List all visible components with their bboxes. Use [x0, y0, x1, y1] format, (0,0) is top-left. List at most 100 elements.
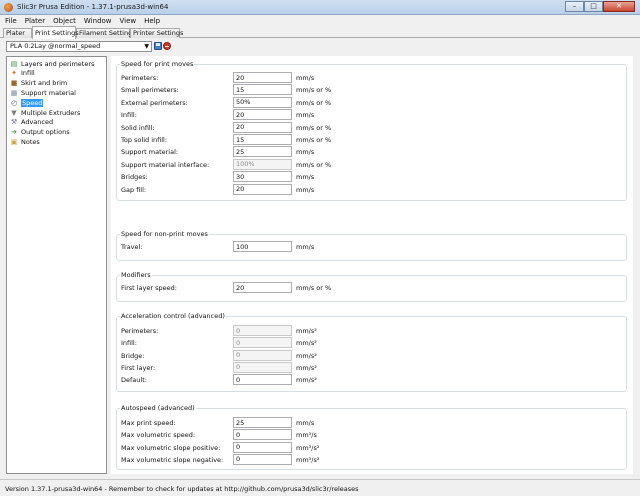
setting-label: First layer: — [121, 363, 156, 372]
sidebar-item-skirt-and-brim[interactable]: ■ Skirt and brim — [10, 79, 68, 88]
chevron-down-icon[interactable]: ▼ — [144, 42, 149, 51]
group-speed-for-print-moves: Speed for print moves Perimeters: mm/s Smal… — [116, 60, 627, 201]
group-title: Speed for non-print moves — [120, 230, 209, 238]
infill-icon: ✦ — [11, 69, 17, 78]
setting-unit: mm/s² — [296, 327, 317, 335]
delete-preset-icon[interactable] — [163, 42, 171, 50]
setting-label: First layer speed: — [121, 284, 177, 292]
sidebar-item-label: Advanced — [21, 118, 54, 127]
settings-category-list: ▤ Layers and perimeters ✦ Infill ■ Skirt and … — [6, 56, 107, 474]
max-print-speed-field[interactable] — [233, 417, 292, 428]
preset-value: PLA 0.2Lay @normal_speed — [10, 42, 101, 50]
extruder-icon: ▼ — [11, 108, 17, 117]
print-settings-page: PLA 0.2Lay @normal_speed ▼ ▤ Layers and p… — [0, 38, 640, 479]
setting-row-perimeters: Perimeters: mm/s² — [121, 325, 621, 336]
setting-unit: mm/s or % — [296, 284, 332, 292]
setting-label: Support material: — [121, 148, 179, 157]
setting-label: Max volumetric slope negative: — [121, 455, 224, 464]
menu-object[interactable]: Object — [53, 17, 76, 25]
tab-printer-settings[interactable]: Printer Settings — [130, 28, 183, 38]
setting-unit: mm/s² — [296, 351, 317, 360]
travel-field[interactable] — [233, 241, 292, 252]
sidebar-item-label: Multiple Extruders — [21, 108, 81, 117]
window-controls: – □ ✕ — [565, 1, 635, 12]
setting-unit: mm³/s — [296, 431, 317, 440]
setting-row-bridges: Bridges: mm/s — [121, 171, 621, 183]
setting-unit: mm/s — [296, 243, 315, 251]
setting-unit: mm/s — [296, 148, 315, 157]
menu-file[interactable]: File — [5, 17, 17, 25]
minimize-button[interactable]: – — [565, 1, 584, 12]
gap-fill-field[interactable] — [233, 183, 292, 195]
tab-plater[interactable]: Plater — [3, 28, 32, 38]
setting-row-external-perimeters: External perimeters: mm/s or % — [121, 96, 621, 108]
setting-row-infill: Infill: mm/s² — [121, 337, 621, 349]
preset-select[interactable]: PLA 0.2Lay @normal_speed ▼ — [6, 41, 152, 52]
small-perimeters-field[interactable] — [233, 84, 292, 96]
external-perimeters-field[interactable] — [233, 96, 292, 108]
setting-row-max-volumetric-slope-positive: Max volumetric slope positive: mm³/s² — [121, 441, 621, 453]
sidebar-item-multiple-extruders[interactable]: ▼ Multiple Extruders — [10, 108, 80, 117]
menu-plater[interactable]: Plater — [25, 17, 45, 25]
support-material-field[interactable] — [233, 146, 292, 158]
setting-row-default: Default: mm/s² — [121, 374, 621, 386]
setting-row-top-solid-infill: Top solid infill: mm/s or % — [121, 134, 621, 145]
group-modifiers: Modifiers First layer speed: mm/s or % — [116, 271, 627, 302]
perimeters-field[interactable] — [233, 72, 292, 83]
tab-print-settings[interactable]: Print Settings — [32, 26, 79, 39]
setting-unit: mm³/s² — [296, 443, 320, 452]
menu-bar: File Plater Object Window View Help — [0, 15, 640, 26]
infill-field[interactable] — [233, 109, 292, 121]
sidebar-item-label: Support material — [21, 88, 76, 97]
sidebar-item-speed[interactable]: ◴ Speed — [10, 98, 44, 107]
setting-unit: mm/s — [296, 419, 315, 427]
slic3r-app-icon — [4, 3, 13, 12]
title-bar: Slic3r Prusa Edition - 1.37.1-prusa3d-wi… — [0, 0, 640, 15]
setting-label: Gap fill: — [121, 185, 147, 194]
setting-unit: mm/s² — [296, 363, 317, 372]
tab-filament-settings[interactable]: Filament Settings — [76, 28, 136, 38]
setting-row-perimeters: Perimeters: mm/s — [121, 72, 621, 83]
setting-label: Perimeters: — [121, 74, 159, 82]
menu-view[interactable]: View — [120, 17, 137, 25]
sidebar-item-output-options[interactable]: ➔ Output options — [10, 128, 70, 137]
sidebar-item-label: Infill — [21, 69, 35, 78]
setting-label: External perimeters: — [121, 98, 188, 107]
setting-label: Perimeters: — [121, 327, 159, 335]
sidebar-item-advanced[interactable]: ⚒ Advanced — [10, 118, 53, 127]
setting-label: Bridges: — [121, 173, 148, 182]
setting-row-first-layer-speed: First layer speed: mm/s or % — [121, 282, 621, 293]
group-autospeed-advanced: Autospeed (advanced) Max print speed: mm/s… — [116, 404, 627, 470]
first-layer-speed-field[interactable] — [233, 282, 292, 293]
setting-label: Travel: — [121, 243, 143, 251]
save-preset-icon[interactable] — [154, 42, 162, 50]
top-solid-infill-field[interactable] — [233, 134, 292, 145]
setting-row-infill: Infill: mm/s — [121, 109, 621, 121]
setting-row-support-material-interface: Support material interface: mm/s or % — [121, 158, 621, 170]
max-volumetric-speed-field[interactable] — [233, 429, 292, 441]
sidebar-item-notes[interactable]: ▣ Notes — [10, 137, 40, 146]
setting-unit: mm/s or % — [296, 98, 332, 107]
status-bar: Version 1.37.1-prusa3d-win64 - Remember … — [0, 479, 640, 496]
sidebar-item-layers-and-perimeters[interactable]: ▤ Layers and perimeters — [10, 59, 95, 68]
skirt-icon: ■ — [10, 79, 18, 88]
group-title: Speed for print moves — [120, 60, 195, 68]
sidebar-item-infill[interactable]: ✦ Infill — [10, 69, 35, 78]
sidebar-item-label: Output options — [21, 128, 70, 137]
setting-unit: mm/s — [296, 74, 315, 82]
maximize-button[interactable]: □ — [584, 1, 603, 12]
max-volumetric-slope-positive-field[interactable] — [233, 441, 292, 453]
bridges-field[interactable] — [233, 171, 292, 183]
solid-infill-field[interactable] — [233, 121, 292, 133]
sidebar-item-label: Skirt and brim — [21, 79, 68, 88]
setting-row-support-material: Support material: mm/s — [121, 146, 621, 158]
menu-help[interactable]: Help — [144, 17, 160, 25]
close-button[interactable]: ✕ — [603, 1, 635, 12]
group-title: Acceleration control (advanced) — [120, 312, 226, 320]
sidebar-item-support-material[interactable]: ▦ Support material — [10, 88, 76, 97]
default-field[interactable] — [233, 374, 292, 386]
setting-unit: mm/s or % — [296, 160, 332, 169]
max-volumetric-slope-negative-field[interactable] — [233, 453, 292, 465]
tab-strip: Plater Print Settings Filament Settings … — [0, 26, 640, 39]
menu-window[interactable]: Window — [84, 17, 112, 25]
